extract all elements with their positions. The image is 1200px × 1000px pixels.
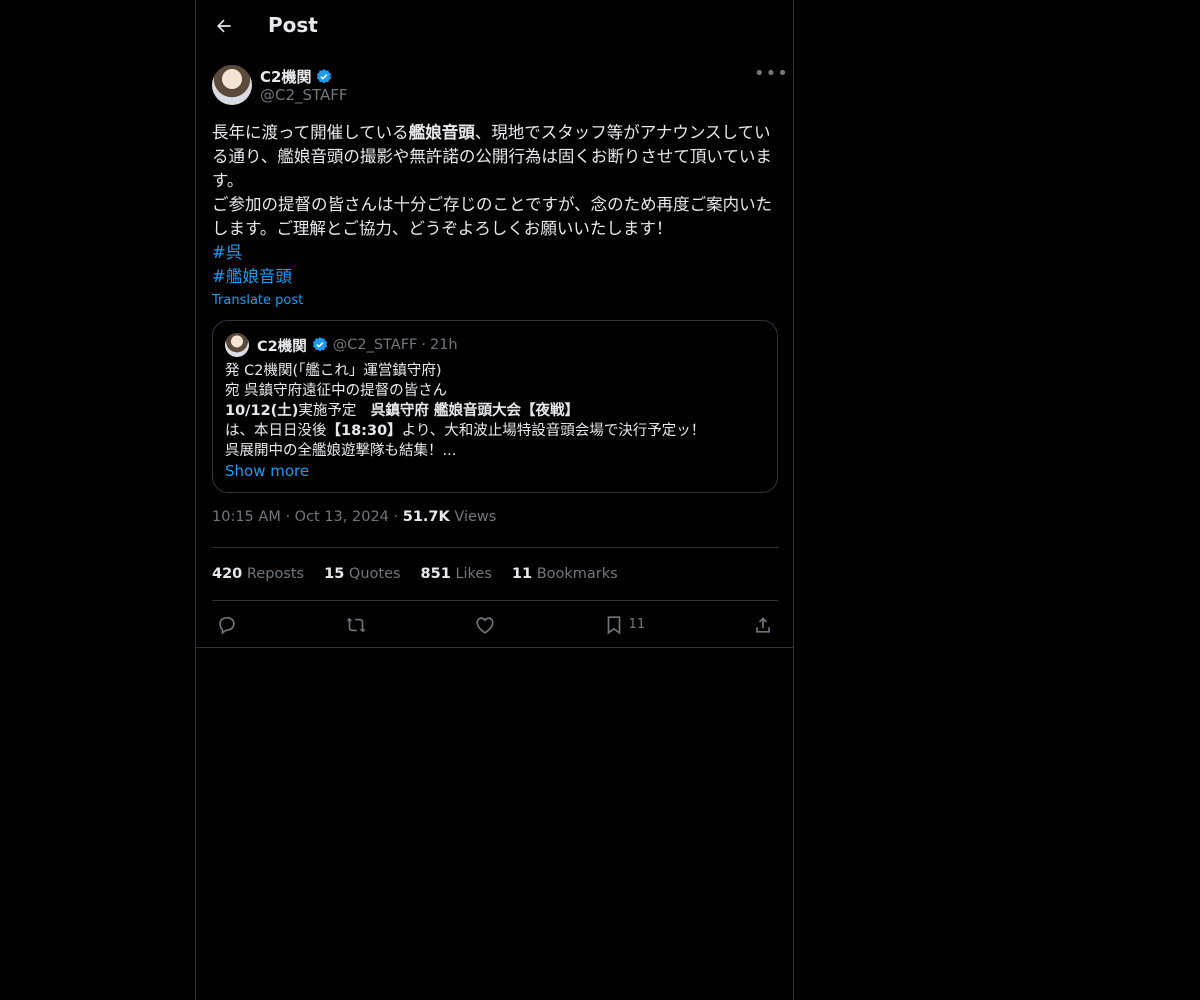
reposts-stat[interactable]: 420 Reposts bbox=[212, 566, 304, 582]
divider bbox=[196, 647, 793, 648]
share-icon bbox=[756, 616, 770, 633]
likes-label: Likes bbox=[455, 566, 492, 582]
quote-author-handle: @C2_STAFF bbox=[332, 337, 418, 353]
quote-header: C2機関 @C2_STAFF · 21h bbox=[225, 333, 765, 357]
reply-button[interactable] bbox=[216, 614, 238, 636]
bookmark-count: 11 bbox=[628, 617, 646, 632]
post: C2機関 @C2_STAFF ••• 長年に渡って開催している艦娘音頭、現地でス… bbox=[212, 65, 788, 648]
quote-text-part: 実施予定 bbox=[298, 403, 371, 419]
bookmarks-stat[interactable]: 11 Bookmarks bbox=[512, 566, 618, 582]
back-button[interactable] bbox=[212, 14, 236, 38]
quote-line: 10/12(土)実施予定 呉鎮守府 艦娘音頭大会【夜戦】 bbox=[225, 401, 765, 421]
bookmarks-label: Bookmarks bbox=[536, 566, 618, 582]
engagement-stats: 420 Reposts 15 Quotes 851 Likes 11 Bookm… bbox=[212, 548, 778, 600]
post-text-bold: 艦娘音頭 bbox=[408, 123, 475, 142]
hashtag-link[interactable]: #呉 bbox=[212, 241, 778, 265]
like-icon bbox=[476, 616, 494, 634]
quote-line: 発 C2機関(「艦これ」運営鎮守府) bbox=[225, 363, 442, 379]
views-count: 51.7K bbox=[402, 509, 450, 525]
verified-badge-icon bbox=[317, 68, 332, 83]
separator-dot: · bbox=[285, 509, 291, 525]
reply-icon bbox=[219, 616, 235, 634]
quote-avatar bbox=[225, 333, 249, 357]
translate-post-link[interactable]: Translate post bbox=[212, 293, 303, 308]
like-button[interactable] bbox=[474, 614, 496, 636]
quote-text-part: は、本日日没後 bbox=[225, 423, 327, 439]
quotes-count: 15 bbox=[324, 566, 345, 582]
likes-stat[interactable]: 851 Likes bbox=[421, 566, 492, 582]
author-name-row[interactable]: C2機関 bbox=[260, 66, 333, 87]
quote-line: は、本日日没後【18:30】より、大和波止場特設音頭会場で決行予定ッ！ bbox=[225, 421, 765, 441]
post-meta: 10:15 AM · Oct 13, 2024 · 51.7K Views bbox=[212, 509, 778, 533]
avatar[interactable] bbox=[212, 65, 252, 105]
show-more-link[interactable]: Show more bbox=[225, 461, 309, 481]
quote-author-name: C2機関 bbox=[257, 338, 307, 355]
hashtag-link[interactable]: #艦娘音頭 bbox=[212, 265, 778, 289]
quote-bold: 呉鎮守府 艦娘音頭大会【夜戦】 bbox=[370, 403, 579, 419]
post-text-part: 長年に渡って開催している bbox=[212, 123, 409, 142]
quotes-label: Quotes bbox=[348, 566, 401, 582]
share-button[interactable] bbox=[752, 614, 774, 636]
quote-time: 21h bbox=[429, 337, 458, 353]
more-icon: ••• bbox=[754, 63, 789, 84]
likes-count: 851 bbox=[420, 566, 451, 582]
quoted-post[interactable]: C2機関 @C2_STAFF · 21h 発 C2機関(「艦これ」運営鎮守府) … bbox=[212, 320, 778, 493]
author-row: C2機関 @C2_STAFF ••• bbox=[212, 65, 788, 105]
quotes-stat[interactable]: 15 Quotes bbox=[324, 566, 400, 582]
separator-dot: · bbox=[393, 509, 399, 525]
quote-bold: 10/12(土) bbox=[225, 403, 299, 419]
quote-bold: 【18:30】 bbox=[326, 423, 402, 439]
bookmark-button[interactable]: 11 bbox=[603, 614, 646, 636]
author-handle[interactable]: @C2_STAFF bbox=[260, 86, 348, 104]
post-text: 長年に渡って開催している艦娘音頭、現地でスタッフ等がアナウンスしている通り、艦娘… bbox=[212, 121, 778, 241]
separator-dot: · bbox=[421, 337, 426, 353]
post-time[interactable]: 10:15 AM bbox=[212, 509, 281, 525]
repost-button[interactable] bbox=[345, 614, 367, 636]
author-name[interactable]: C2機関 bbox=[260, 66, 311, 87]
post-column: Post C2機関 @C2_STAFF ••• 長年に渡って開催している艦娘音頭… bbox=[195, 0, 794, 1000]
quote-line: 宛 呉鎮守府遠征中の提督の皆さん bbox=[225, 383, 448, 399]
back-arrow-icon bbox=[217, 19, 231, 33]
views-label: Views bbox=[454, 509, 497, 525]
bookmarks-count: 11 bbox=[511, 566, 533, 582]
reposts-count: 420 bbox=[212, 566, 243, 582]
quote-text-part: より、大和波止場特設音頭会場で決行予定ッ！ bbox=[401, 423, 706, 439]
reposts-label: Reposts bbox=[246, 566, 305, 582]
verified-badge-icon bbox=[312, 337, 327, 352]
bookmark-icon bbox=[607, 615, 620, 634]
header: Post bbox=[196, 0, 793, 53]
quote-text: 発 C2機関(「艦これ」運営鎮守府) 宛 呉鎮守府遠征中の提督の皆さん 10/1… bbox=[225, 361, 765, 482]
action-bar: 11 bbox=[212, 601, 778, 648]
more-button[interactable]: ••• bbox=[754, 65, 788, 87]
quote-line: 呉展開中の全艦娘遊撃隊も結集！... bbox=[225, 443, 457, 459]
page-title: Post bbox=[268, 13, 318, 37]
post-date[interactable]: Oct 13, 2024 bbox=[295, 509, 389, 525]
repost-icon bbox=[346, 617, 366, 632]
